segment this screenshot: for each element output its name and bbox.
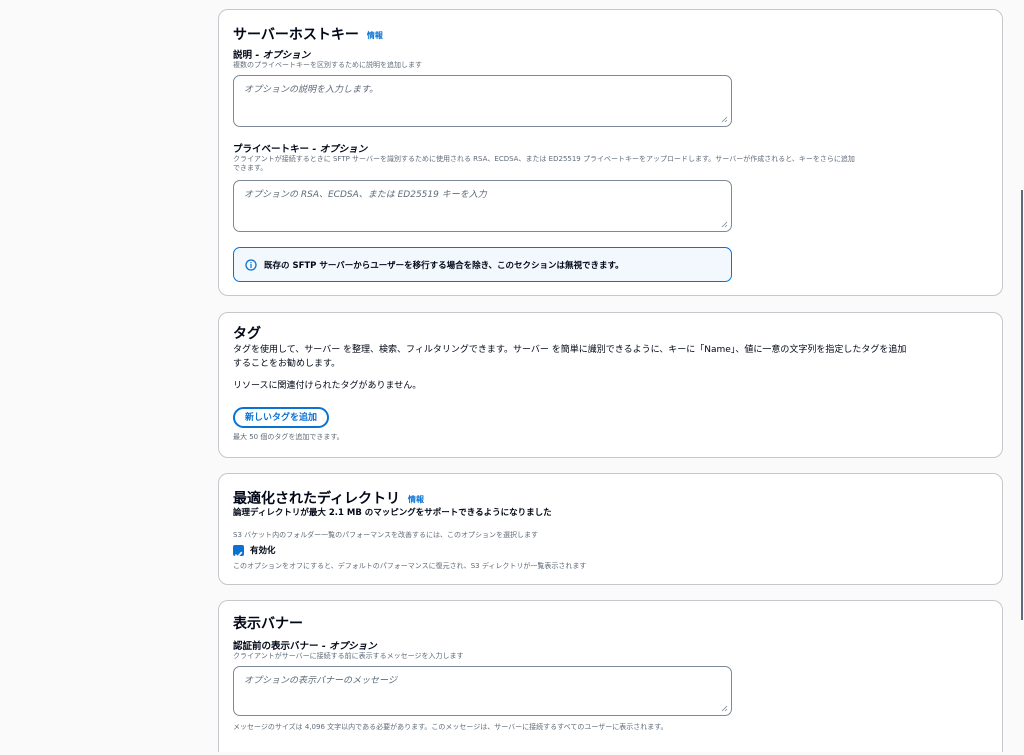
tags-description-line-2: することをお勧めします。 [233,359,341,369]
optimized-dir-help: S3 バケット内のフォルダー一覧のパフォーマンスを改善するには、このオプションを… [233,531,538,539]
banner-label-text: 認証前の表示バナー [233,641,319,652]
private-key-placeholder: オプションの RSA、ECDSA、または ED25519 キーを入力 [244,190,487,200]
description-help: 複数のプライベートキーを区別するために説明を追加します [233,61,422,69]
tags-section: タグ タグを使用して、サーバー を整理、検索、フィルタリングできます。サーバー … [218,312,1003,458]
section-title-text: サーバーホストキー [233,27,359,43]
private-key-help-line-1: クライアントが接続するときに SFTP サーバーを識別するために使用される RS… [233,155,855,163]
optional-marker: - オプション [252,50,311,61]
private-key-help-line-2: できます。 [233,164,268,172]
alert-text: 既存の SFTP サーバーからユーザーを移行する場合を除き、このセクションは無視… [264,261,624,271]
resize-handle-icon[interactable] [721,705,728,712]
tags-empty-message: リソースに関連付けられたタグがありません。 [233,381,422,391]
info-alert: 既存の SFTP サーバーからユーザーを移行する場合を除き、このセクションは無視… [233,247,732,282]
section-title: サーバーホストキー 情報 [233,24,383,44]
banner-textarea[interactable]: オプションの表示バナーのメッセージ [233,666,732,716]
description-label: 説明 - オプション [233,47,310,61]
description-placeholder: オプションの説明を入力します。 [244,85,379,95]
info-link[interactable]: 情報 [367,31,383,40]
optimized-dir-subtitle: 論理ディレクトリが最大 2.1 MB のマッピングをサポートできるようになりまし… [233,508,552,518]
info-circle-icon [245,259,257,271]
optional-marker: - オプション [309,144,368,155]
check-icon [234,551,243,558]
server-host-key-section: サーバーホストキー 情報 説明 - オプション 複数のプライベートキーを区別するた… [218,9,1003,296]
enable-checkbox-label[interactable]: 有効化 [250,544,276,556]
optional-marker: - オプション [318,641,377,652]
resize-handle-icon[interactable] [721,221,728,228]
description-textarea[interactable]: オプションの説明を入力します。 [233,75,732,127]
tags-description-line-1: タグを使用して、サーバー を整理、検索、フィルタリングできます。サーバー を簡単… [233,345,907,355]
optimized-dir-title-text: 最適化されたディレクトリ [233,491,401,507]
enable-checkbox[interactable] [233,545,244,558]
tags-limit-note: 最大 50 個のタグを追加できます。 [233,433,344,441]
banner-label: 認証前の表示バナー - オプション [233,638,377,652]
private-key-label-text: プライベートキー [233,144,310,155]
tags-title: タグ [233,326,261,342]
banner-title: 表示バナー [233,616,303,632]
optimized-directories-section: 最適化されたディレクトリ 情報 論理ディレクトリが最大 2.1 MB のマッピング… [218,473,1003,585]
add-tag-button[interactable]: 新しいタグを追加 [233,407,329,428]
info-link[interactable]: 情報 [408,495,424,504]
description-label-text: 説明 [233,50,253,61]
banner-size-note: メッセージのサイズは 4,096 文字以内である必要があります。このメッセージは… [233,723,668,731]
optimized-dir-note: このオプションをオフにすると、デフォルトのパフォーマンスに復元され、S3 ディレ… [233,562,587,570]
scrollbar[interactable] [1021,190,1023,620]
private-key-label: プライベートキー - オプション [233,141,367,155]
banner-help: クライアントがサーバーに接続する前に表示するメッセージを入力します [233,652,464,660]
resize-handle-icon[interactable] [721,116,728,123]
optimized-dir-title: 最適化されたディレクトリ 情報 [233,488,424,508]
private-key-textarea[interactable]: オプションの RSA、ECDSA、または ED25519 キーを入力 [233,180,732,232]
display-banner-section: 表示バナー 認証前の表示バナー - オプション クライアントがサーバーに接続する… [218,600,1003,752]
banner-placeholder: オプションの表示バナーのメッセージ [244,676,397,686]
